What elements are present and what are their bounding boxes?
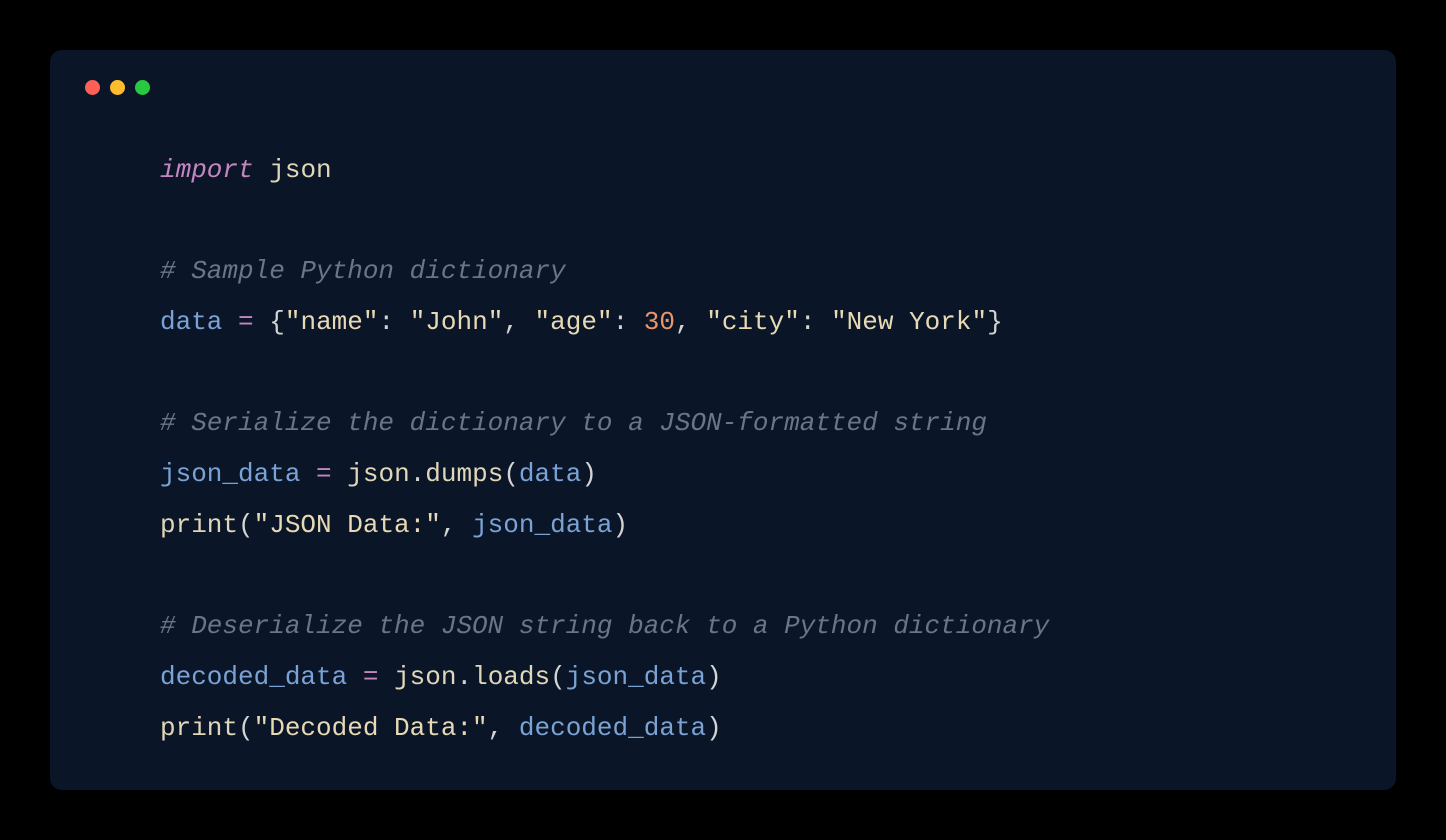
string-json-data-label: "JSON Data:" (254, 510, 441, 540)
dict-value-30: 30 (644, 307, 675, 337)
arg-json-data: json_data (472, 510, 612, 540)
code-line-11: decoded_data = json.loads(json_data) (160, 662, 722, 692)
window-controls (85, 80, 1356, 95)
builtin-print: print (160, 713, 238, 743)
code-editor[interactable]: import json # Sample Python dictionary d… (90, 145, 1356, 753)
dict-value-newyork: "New York" (831, 307, 987, 337)
code-line-3: # Sample Python dictionary (160, 256, 566, 286)
variable-json-data: json_data (160, 459, 300, 489)
function-dumps: dumps (425, 459, 503, 489)
dict-key-city: "city" (706, 307, 800, 337)
object-json: json (347, 459, 409, 489)
variable-decoded-data: decoded_data (160, 662, 347, 692)
operator-assign: = (238, 307, 254, 337)
comment: # Sample Python dictionary (160, 256, 566, 286)
minimize-button[interactable] (110, 80, 125, 95)
keyword-import: import (160, 155, 254, 185)
comment: # Serialize the dictionary to a JSON-for… (160, 408, 987, 438)
code-line-12: print("Decoded Data:", decoded_data) (160, 713, 722, 743)
brace-open: { (269, 307, 285, 337)
operator-assign: = (363, 662, 379, 692)
maximize-button[interactable] (135, 80, 150, 95)
code-line-4: data = {"name": "John", "age": 30, "city… (160, 307, 1003, 337)
arg-data: data (519, 459, 581, 489)
code-line-10: # Deserialize the JSON string back to a … (160, 611, 1049, 641)
string-decoded-data-label: "Decoded Data:" (254, 713, 488, 743)
arg-json-data: json_data (566, 662, 706, 692)
brace-close: } (987, 307, 1003, 337)
builtin-print: print (160, 510, 238, 540)
dict-value-john: "John" (410, 307, 504, 337)
comment: # Deserialize the JSON string back to a … (160, 611, 1049, 641)
variable-data: data (160, 307, 222, 337)
module-json: json (269, 155, 331, 185)
code-line-7: json_data = json.dumps(data) (160, 459, 597, 489)
code-line-8: print("JSON Data:", json_data) (160, 510, 628, 540)
object-json: json (394, 662, 456, 692)
close-button[interactable] (85, 80, 100, 95)
arg-decoded-data: decoded_data (519, 713, 706, 743)
dict-key-name: "name" (285, 307, 379, 337)
operator-assign: = (316, 459, 332, 489)
dict-key-age: "age" (535, 307, 613, 337)
code-line-6: # Serialize the dictionary to a JSON-for… (160, 408, 987, 438)
code-line-1: import json (160, 155, 332, 185)
code-window: import json # Sample Python dictionary d… (50, 50, 1396, 790)
function-loads: loads (472, 662, 550, 692)
